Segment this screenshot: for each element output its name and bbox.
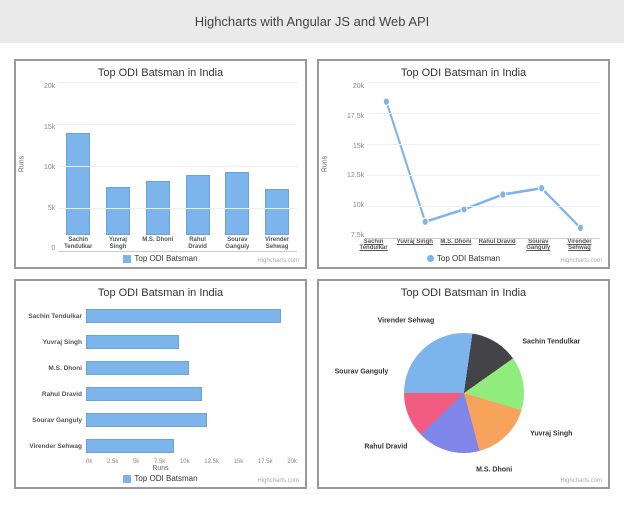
category-label: Rahul Dravid — [477, 239, 518, 252]
pie-slice-label: Virender Sehwag — [378, 317, 435, 324]
chart-credit: Highcharts.com — [257, 478, 299, 484]
hbar-row[interactable]: Virender Sehwag — [24, 433, 297, 459]
category-label: M.S. Dhoni — [142, 237, 173, 251]
pie-circle — [404, 333, 524, 453]
hbar-chart-panel: Top ODI Batsman in India Sachin Tendulka… — [14, 279, 307, 489]
pie-slice-label: M.S. Dhoni — [476, 466, 512, 473]
chart-legend: Top ODI Batsman — [327, 252, 600, 263]
bar[interactable] — [225, 172, 249, 235]
category-label: Sourav Ganguly — [24, 417, 86, 424]
column[interactable]: Rahul Dravid — [181, 175, 214, 252]
pie-slice-label: Yuvraj Singh — [530, 430, 572, 437]
column-plot: 20k 15k 10k 5k 0 Sachin Tendulkar Yuvraj … — [24, 83, 297, 252]
hbar-row[interactable]: M.S. Dhoni — [24, 355, 297, 381]
legend-swatch-icon — [123, 475, 131, 483]
chart-legend: Top ODI Batsman — [24, 472, 297, 483]
category-label: Rahul Dravid — [24, 391, 86, 398]
bar[interactable] — [86, 309, 281, 323]
bar[interactable] — [86, 335, 179, 349]
pie-slice-label: Sourav Ganguly — [335, 369, 389, 376]
y-axis-ticks: 20k 15k 10k 5k 0 — [44, 83, 58, 252]
category-label: Virender Sehwag — [260, 237, 293, 251]
hbar-row[interactable]: Yuvraj Singh — [24, 329, 297, 355]
category-label: M.S. Dhoni — [435, 239, 476, 252]
page-header: Highcharts with Angular JS and Web API — [0, 0, 624, 43]
line-plot: 20k 17.5k 15k 12.5k 10k 7.5k — [327, 83, 600, 239]
bar[interactable] — [265, 189, 289, 235]
column[interactable]: Virender Sehwag — [260, 189, 293, 251]
column[interactable]: M.S. Dhoni — [141, 181, 174, 251]
hbar-row[interactable]: Sachin Tendulkar — [24, 303, 297, 329]
pie-chart-panel: Top ODI Batsman in India Sachin Tendulka… — [317, 279, 610, 489]
pie-wrap[interactable]: Sachin Tendulkar Yuvraj Singh M.S. Dhoni Ra… — [327, 303, 600, 483]
chart-title: Top ODI Batsman in India — [24, 287, 297, 299]
column[interactable]: Sachin Tendulkar — [61, 133, 94, 251]
chart-credit: Highcharts.com — [560, 258, 602, 264]
line-area[interactable] — [367, 83, 600, 239]
legend-swatch-icon — [123, 255, 131, 263]
category-label: Virender Sehwag — [24, 443, 86, 450]
chart-title: Top ODI Batsman in India — [327, 67, 600, 79]
pie-slice-label: Sachin Tendulkar — [522, 338, 580, 345]
chart-credit: Highcharts.com — [560, 478, 602, 484]
column[interactable]: Sourav Ganguly — [221, 172, 254, 251]
chart-legend: Top ODI Batsman — [24, 252, 297, 263]
category-label: Sourav Ganguly — [221, 237, 254, 251]
hbar-row[interactable]: Rahul Dravid — [24, 381, 297, 407]
line-chart-panel: Top ODI Batsman in India Runs 20k 17.5k … — [317, 59, 610, 269]
chart-title: Top ODI Batsman in India — [24, 67, 297, 79]
x-axis-label: Runs — [24, 465, 297, 472]
y-axis-ticks: 20k 17.5k 15k 12.5k 10k 7.5k — [347, 83, 367, 239]
category-label: Sachin Tendulkar — [353, 239, 394, 252]
hbar-plot[interactable]: Sachin Tendulkar Yuvraj Singh M.S. Dhoni Ra… — [24, 303, 297, 459]
category-label: Yuvraj Singh — [101, 237, 134, 251]
category-label: Rahul Dravid — [181, 237, 214, 251]
page-title: Highcharts with Angular JS and Web API — [195, 14, 430, 29]
bar[interactable] — [86, 439, 174, 453]
chart-grid: Top ODI Batsman in India Runs 20k 15k 10… — [0, 43, 624, 505]
column-area[interactable]: Sachin Tendulkar Yuvraj Singh M.S. Dhoni Ra… — [58, 83, 297, 252]
bar[interactable] — [86, 361, 189, 375]
category-label: Virender Sehwag — [559, 239, 600, 252]
column[interactable]: Yuvraj Singh — [101, 187, 134, 251]
category-label: M.S. Dhoni — [24, 365, 86, 372]
legend-marker-icon — [427, 255, 434, 262]
category-label: Yuvraj Singh — [24, 339, 86, 346]
bar[interactable] — [86, 413, 207, 427]
bar[interactable] — [186, 175, 210, 236]
column-chart-panel: Top ODI Batsman in India Runs 20k 15k 10… — [14, 59, 307, 269]
category-label: Sourav Ganguly — [518, 239, 559, 252]
category-label: Yuvraj Singh — [394, 239, 435, 252]
bar[interactable] — [66, 133, 90, 235]
category-label: Sachin Tendulkar — [61, 237, 94, 251]
chart-title: Top ODI Batsman in India — [327, 287, 600, 299]
x-axis-categories: Sachin TendulkarYuvraj SinghM.S. DhoniRa… — [327, 239, 600, 252]
pie-slice-label: Rahul Dravid — [364, 444, 407, 451]
hbar-row[interactable]: Sourav Ganguly — [24, 407, 297, 433]
chart-credit: Highcharts.com — [257, 258, 299, 264]
category-label: Sachin Tendulkar — [24, 313, 86, 320]
bar[interactable] — [86, 387, 202, 401]
bar[interactable] — [106, 187, 130, 235]
